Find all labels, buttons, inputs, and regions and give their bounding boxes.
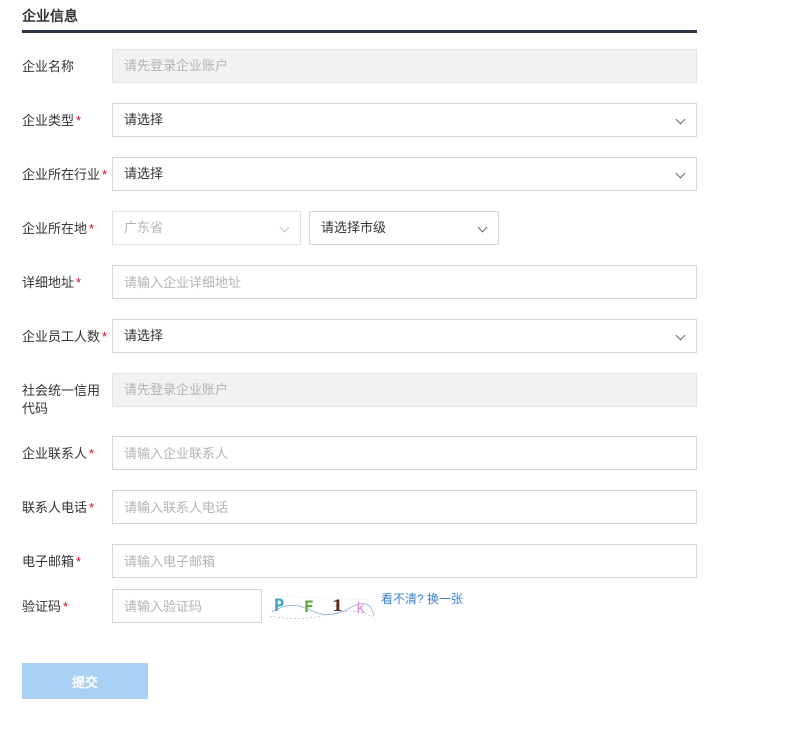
credit-code-label: 社会统一信用代码 xyxy=(22,383,101,416)
contact-person-label: 企业联系人 * xyxy=(22,446,95,461)
required-mark: * xyxy=(89,221,95,236)
contact-phone-input[interactable] xyxy=(112,490,697,524)
company-industry-label: 企业所在行业 * xyxy=(22,167,108,182)
required-mark: * xyxy=(63,599,69,614)
captcha-char: F xyxy=(304,597,314,616)
employee-count-label: 企业员工人数 * xyxy=(22,329,108,344)
captcha-char: k xyxy=(356,599,365,617)
captcha-image[interactable]: P F 1 k xyxy=(270,586,376,626)
captcha-char: 1 xyxy=(332,596,343,615)
company-type-label: 企业类型 * xyxy=(22,113,82,128)
chevron-down-icon xyxy=(477,222,488,233)
email-input[interactable] xyxy=(112,544,697,578)
required-mark: * xyxy=(76,554,82,569)
required-mark: * xyxy=(76,113,82,128)
city-select[interactable]: 请选择市级 xyxy=(309,211,499,245)
credit-code-field: 请先登录企业账户 xyxy=(112,373,697,407)
company-type-select[interactable]: 请选择 xyxy=(112,103,697,137)
email-label: 电子邮箱 * xyxy=(22,554,82,569)
required-mark: * xyxy=(89,500,95,515)
chevron-down-icon xyxy=(675,330,686,341)
chevron-down-icon xyxy=(675,114,686,125)
employee-count-select[interactable]: 请选择 xyxy=(112,319,697,353)
verify-code-label: 验证码 * xyxy=(22,599,69,614)
address-label: 详细地址 * xyxy=(22,275,82,290)
chevron-down-icon xyxy=(675,168,686,179)
company-name-label: 企业名称 xyxy=(22,59,75,74)
company-info-form: 企业信息 企业名称 请先登录企业账户 企业类型 * 请选择 企业所在行业 * 请选择… xyxy=(0,0,812,730)
captcha-refresh-link[interactable]: 看不清? 换一张 xyxy=(381,590,463,607)
captcha-char: P xyxy=(274,596,284,616)
contact-phone-label: 联系人电话 * xyxy=(22,500,95,515)
contact-person-input[interactable] xyxy=(112,436,697,470)
title-divider xyxy=(22,30,697,33)
required-mark: * xyxy=(102,167,108,182)
required-mark: * xyxy=(102,329,108,344)
company-location-label: 企业所在地 * xyxy=(22,221,95,236)
submit-button[interactable]: 提交 xyxy=(22,663,148,699)
chevron-down-icon xyxy=(279,222,290,233)
required-mark: * xyxy=(76,275,82,290)
company-name-field: 请先登录企业账户 xyxy=(112,49,697,83)
province-select: 广东省 xyxy=(112,211,301,245)
address-input[interactable] xyxy=(112,265,697,299)
company-industry-select[interactable]: 请选择 xyxy=(112,157,697,191)
required-mark: * xyxy=(89,446,95,461)
section-title: 企业信息 xyxy=(22,8,78,24)
verify-code-input[interactable] xyxy=(112,589,262,623)
